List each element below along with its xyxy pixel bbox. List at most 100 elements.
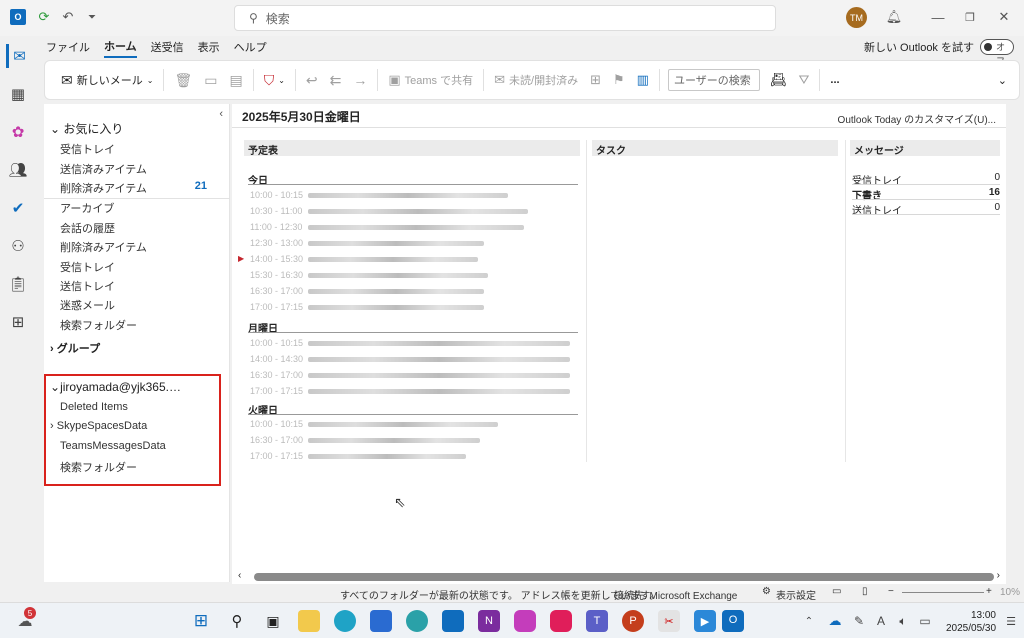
folder-sent-items[interactable]: 送信済みアイテム: [60, 161, 147, 177]
restore-icon[interactable]: ❐: [962, 9, 978, 25]
edge-icon[interactable]: [334, 610, 356, 632]
customize-link[interactable]: Outlook Today のカスタマイズ(U)...: [838, 111, 996, 126]
appointment-time[interactable]: 17:00 - 17:15: [250, 302, 303, 312]
collapse-pane-icon[interactable]: ‹: [219, 108, 223, 120]
folder-inbox-2[interactable]: 受信トレイ: [60, 259, 115, 275]
flag-button[interactable]: ⚑: [607, 66, 631, 94]
tasks-icon[interactable]: 📋︎: [6, 272, 30, 296]
appointment-time[interactable]: 14:00 - 15:30: [250, 254, 303, 264]
close-icon[interactable]: ✕: [996, 9, 1012, 25]
volume-icon[interactable]: 🔈︎: [892, 610, 914, 632]
appointment-time[interactable]: 17:00 - 17:15: [250, 386, 303, 396]
teams-icon[interactable]: T: [586, 610, 608, 632]
account-header[interactable]: ⌄jiroyamada@yjk365.…: [50, 380, 181, 394]
appointment-time[interactable]: 10:00 - 10:15: [250, 338, 303, 348]
new-outlook-toggle[interactable]: オフ: [980, 39, 1014, 66]
undo-icon[interactable]: ↶: [60, 9, 76, 25]
ime-icon[interactable]: A: [870, 610, 892, 632]
onedrive-icon[interactable]: ☁: [824, 610, 846, 632]
reading-view-icon[interactable]: ▯: [862, 586, 868, 597]
reply-button[interactable]: ↩: [300, 66, 324, 94]
scrollbar-thumb[interactable]: [254, 573, 994, 581]
appointment-time[interactable]: 11:00 - 12:30: [250, 222, 302, 232]
bell-icon[interactable]: 🔔︎: [886, 9, 903, 25]
notification-center-icon[interactable]: ☰: [1000, 610, 1022, 632]
file-explorer-icon[interactable]: [298, 610, 320, 632]
appointment-time[interactable]: 12:30 - 13:00: [250, 238, 303, 248]
zoom-in-icon[interactable]: +: [986, 586, 992, 597]
delete-button[interactable]: 🗑︎: [168, 66, 198, 94]
mail-icon[interactable]: ✉: [6, 44, 30, 68]
appointment-time[interactable]: 10:00 - 10:15: [250, 419, 303, 429]
scroll-left-icon[interactable]: ‹: [238, 570, 241, 581]
unread-read-button[interactable]: ✉ 未読/開封済み: [488, 66, 584, 94]
clock[interactable]: 13:00 2025/05/30: [946, 609, 996, 635]
folder-outbox[interactable]: 送信トレイ: [60, 278, 115, 294]
forward-button[interactable]: →: [347, 66, 373, 94]
battery-icon[interactable]: ▭: [914, 610, 936, 632]
calendar-icon[interactable]: ▦: [6, 82, 30, 106]
org-explorer-icon[interactable]: ⚇: [6, 234, 30, 258]
view-settings-button[interactable]: 表示設定: [776, 587, 816, 602]
horizontal-scrollbar[interactable]: ‹ ›: [232, 570, 1006, 584]
more-button[interactable]: ...: [824, 66, 845, 94]
appointment-time[interactable]: 16:30 - 17:00: [250, 286, 303, 296]
tab-view[interactable]: 表示: [198, 37, 220, 57]
sync-icon[interactable]: ⟳: [36, 9, 52, 25]
report-button[interactable]: ⛉ ⌄: [258, 66, 291, 94]
m365-icon[interactable]: [514, 610, 536, 632]
folder-deleted-items-en[interactable]: Deleted Items: [60, 401, 128, 413]
appointment-time[interactable]: 10:30 - 11:00: [250, 206, 302, 216]
groups-header[interactable]: › グループ: [50, 340, 100, 356]
folder-search-folders-2[interactable]: 検索フォルダー: [60, 459, 137, 475]
new-mail-button[interactable]: ✉ 新しいメール ⌄: [55, 66, 159, 94]
todo-icon[interactable]: ✔: [6, 196, 30, 220]
zoom-slider[interactable]: [902, 592, 984, 593]
folder-junk[interactable]: 迷惑メール: [60, 297, 115, 313]
outlook-new-icon[interactable]: [442, 610, 464, 632]
tab-home[interactable]: ホーム: [104, 36, 137, 58]
tab-file[interactable]: ファイル: [46, 37, 90, 57]
minimize-icon[interactable]: —: [930, 9, 946, 25]
appointment-time[interactable]: 16:30 - 17:00: [250, 435, 303, 445]
favorites-header[interactable]: ⌄ お気に入り: [50, 120, 123, 137]
appointment-time[interactable]: 17:00 - 17:15: [250, 451, 303, 461]
quick-access-dropdown-icon[interactable]: ⏷: [84, 9, 100, 25]
search-box[interactable]: ⚲ 検索: [234, 5, 776, 31]
tab-help[interactable]: ヘルプ: [234, 37, 267, 57]
zoom-out-icon[interactable]: −: [888, 586, 894, 597]
powerpoint-icon[interactable]: P: [622, 610, 644, 632]
taskbar-search-icon[interactable]: ⚲: [226, 610, 248, 632]
reply-all-button[interactable]: ⇇: [324, 66, 348, 94]
folder-search-folders[interactable]: 検索フォルダー: [60, 317, 137, 333]
task-view-icon[interactable]: ▣: [262, 610, 284, 632]
tab-send-receive[interactable]: 送受信: [151, 37, 184, 57]
normal-view-icon[interactable]: ▭: [832, 586, 841, 597]
folder-archive[interactable]: アーカイブ: [60, 200, 114, 216]
appointment-time[interactable]: 16:30 - 17:00: [250, 370, 303, 380]
categorize-button[interactable]: ⊞: [584, 66, 607, 94]
teams-share-button[interactable]: ▣ Teams で共有: [382, 66, 479, 94]
pen-icon[interactable]: ✎: [848, 610, 870, 632]
start-icon[interactable]: ⊞: [190, 610, 212, 632]
store-icon[interactable]: [370, 610, 392, 632]
folder-deleted-items[interactable]: 削除済みアイテム: [60, 180, 147, 196]
folder-inbox[interactable]: 受信トレイ: [60, 141, 115, 157]
outlook-taskbar-icon[interactable]: O: [722, 610, 744, 632]
rules-button[interactable]: ▥: [631, 66, 655, 94]
archive-button[interactable]: ▭: [198, 66, 223, 94]
folder-conversation-history[interactable]: 会話の履歴: [60, 220, 115, 236]
onenote-icon[interactable]: N: [478, 610, 500, 632]
avatar[interactable]: TM: [846, 7, 867, 28]
media-player-icon[interactable]: ▶: [694, 610, 716, 632]
folder-teams-messages[interactable]: TeamsMessagesData: [60, 440, 166, 452]
collapse-ribbon-button[interactable]: ⌄: [992, 66, 1013, 94]
slack-icon[interactable]: [550, 610, 572, 632]
move-button[interactable]: ▤: [223, 66, 248, 94]
scroll-right-icon[interactable]: ›: [997, 570, 1000, 581]
appointment-time[interactable]: 15:30 - 16:30: [250, 270, 303, 280]
copilot-icon[interactable]: ✿: [6, 120, 30, 144]
apps-icon[interactable]: ⊞: [6, 310, 30, 334]
tray-overflow-icon[interactable]: ⌃: [798, 610, 820, 632]
app-icon[interactable]: [406, 610, 428, 632]
